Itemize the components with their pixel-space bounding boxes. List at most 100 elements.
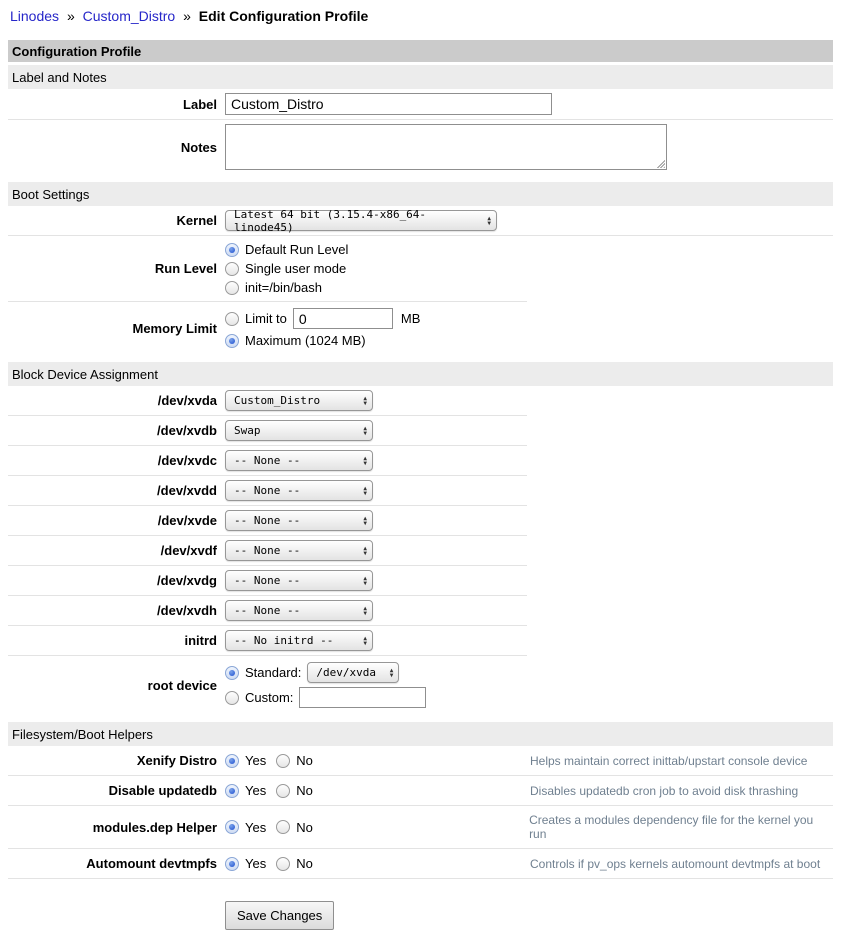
modules-dep-no-radio[interactable] (276, 820, 290, 834)
root-device-custom-input[interactable] (299, 687, 426, 708)
memory-limit-input[interactable] (293, 308, 393, 329)
no-label: No (296, 856, 313, 871)
xvda-select[interactable]: Custom_Distro ▲▼ (225, 390, 373, 411)
memory-limit-label: Memory Limit (8, 321, 225, 336)
save-row: Save Changes (225, 901, 833, 930)
xenify-distro-no-radio[interactable] (276, 754, 290, 768)
row-divider (8, 878, 833, 879)
panel-title: Configuration Profile (8, 40, 833, 62)
yes-label: Yes (245, 820, 266, 835)
xvde-label: /dev/xvde (8, 513, 225, 528)
save-changes-button[interactable]: Save Changes (225, 901, 334, 930)
breadcrumb-link-linode[interactable]: Custom_Distro (83, 8, 176, 24)
kernel-row: Kernel Latest 64 bit (3.15.4-x86_64-lino… (8, 206, 833, 235)
run-level-init-binbash-label: init=/bin/bash (245, 280, 322, 295)
xvdb-select[interactable]: Swap ▲▼ (225, 420, 373, 441)
disable-updatedb-yes-radio[interactable] (225, 784, 239, 798)
root-device-standard-radio[interactable] (225, 666, 239, 680)
initrd-select-value: -- No initrd -- (234, 634, 333, 647)
no-label: No (296, 820, 313, 835)
root-device-row: root device Standard: /dev/xvda ▲▼ Custo… (8, 656, 833, 714)
xvdg-select-value: -- None -- (234, 574, 300, 587)
select-arrows-icon: ▲▼ (363, 486, 367, 496)
disable-updatedb-no-radio[interactable] (276, 784, 290, 798)
label-row: Label (8, 89, 833, 119)
device-row-xvde: /dev/xvde -- None -- ▲▼ (8, 506, 833, 535)
yes-label: Yes (245, 856, 266, 871)
modules-dep-helper-label: modules.dep Helper (8, 820, 225, 835)
xvdd-label: /dev/xvdd (8, 483, 225, 498)
breadcrumb-separator: » (183, 8, 191, 24)
run-level-init-binbash-radio[interactable] (225, 281, 239, 295)
select-arrows-icon: ▲▼ (363, 546, 367, 556)
kernel-select-value: Latest 64 bit (3.15.4-x86_64-linode45) (234, 208, 481, 234)
device-row-xvdd: /dev/xvdd -- None -- ▲▼ (8, 476, 833, 505)
resize-handle-icon[interactable] (656, 159, 665, 168)
helper-row-automount-devtmpfs: Automount devtmpfs Yes No Controls if pv… (8, 849, 833, 878)
run-level-single-user-label: Single user mode (245, 261, 346, 276)
xvdc-label: /dev/xvdc (8, 453, 225, 468)
xvdf-label: /dev/xvdf (8, 543, 225, 558)
label-field-label: Label (8, 97, 225, 112)
xvdg-select[interactable]: -- None -- ▲▼ (225, 570, 373, 591)
breadcrumb-link-linodes[interactable]: Linodes (10, 8, 59, 24)
breadcrumb-current-page: Edit Configuration Profile (199, 8, 369, 24)
xvde-select-value: -- None -- (234, 514, 300, 527)
section-block-device-assignment: Block Device Assignment (8, 362, 833, 386)
run-level-default-label: Default Run Level (245, 242, 348, 257)
xvdh-select[interactable]: -- None -- ▲▼ (225, 600, 373, 621)
xvda-label: /dev/xvda (8, 393, 225, 408)
helper-row-xenify-distro: Xenify Distro Yes No Helps maintain corr… (8, 746, 833, 775)
select-arrows-icon: ▲▼ (390, 668, 394, 678)
select-arrows-icon: ▲▼ (363, 516, 367, 526)
memory-limit-to-radio[interactable] (225, 312, 239, 326)
select-arrows-icon: ▲▼ (487, 216, 491, 226)
xvdd-select-value: -- None -- (234, 484, 300, 497)
memory-maximum-label: Maximum (1024 MB) (245, 333, 366, 348)
device-row-xvdg: /dev/xvdg -- None -- ▲▼ (8, 566, 833, 595)
section-filesystem-boot-helpers: Filesystem/Boot Helpers (8, 722, 833, 746)
helper-row-disable-updatedb: Disable updatedb Yes No Disables updated… (8, 776, 833, 805)
device-row-xvdc: /dev/xvdc -- None -- ▲▼ (8, 446, 833, 475)
xvda-select-value: Custom_Distro (234, 394, 320, 407)
kernel-label: Kernel (8, 213, 225, 228)
root-device-custom-radio[interactable] (225, 691, 239, 705)
kernel-select[interactable]: Latest 64 bit (3.15.4-x86_64-linode45) ▲… (225, 210, 497, 231)
root-device-standard-select[interactable]: /dev/xvda ▲▼ (307, 662, 399, 683)
automount-devtmpfs-no-radio[interactable] (276, 857, 290, 871)
select-arrows-icon: ▲▼ (363, 606, 367, 616)
run-level-default-radio[interactable] (225, 243, 239, 257)
xenify-distro-yes-radio[interactable] (225, 754, 239, 768)
helper-row-modules-dep: modules.dep Helper Yes No Creates a modu… (8, 806, 833, 848)
xvdb-select-value: Swap (234, 424, 261, 437)
modules-dep-yes-radio[interactable] (225, 820, 239, 834)
label-input[interactable] (225, 93, 552, 115)
xvdf-select-value: -- None -- (234, 544, 300, 557)
yes-label: Yes (245, 783, 266, 798)
memory-limit-to-label: Limit to (245, 311, 287, 326)
xvdd-select[interactable]: -- None -- ▲▼ (225, 480, 373, 501)
root-device-custom-label: Custom: (245, 690, 293, 705)
notes-textarea[interactable] (225, 124, 667, 170)
root-device-label: root device (8, 678, 225, 693)
no-label: No (296, 783, 313, 798)
root-device-standard-value: /dev/xvda (316, 666, 376, 679)
select-arrows-icon: ▲▼ (363, 456, 367, 466)
xvdc-select[interactable]: -- None -- ▲▼ (225, 450, 373, 471)
run-level-single-user-radio[interactable] (225, 262, 239, 276)
modules-dep-help-text: Creates a modules dependency file for th… (529, 813, 833, 841)
xenify-distro-label: Xenify Distro (8, 753, 225, 768)
device-row-xvdh: /dev/xvdh -- None -- ▲▼ (8, 596, 833, 625)
xvdf-select[interactable]: -- None -- ▲▼ (225, 540, 373, 561)
run-level-label: Run Level (8, 261, 225, 276)
run-level-row: Run Level Default Run Level Single user … (8, 236, 833, 301)
automount-devtmpfs-yes-radio[interactable] (225, 857, 239, 871)
breadcrumb: Linodes » Custom_Distro » Edit Configura… (10, 8, 833, 24)
initrd-select[interactable]: -- No initrd -- ▲▼ (225, 630, 373, 651)
xenify-distro-help-text: Helps maintain correct inittab/upstart c… (530, 754, 807, 768)
disable-updatedb-label: Disable updatedb (8, 783, 225, 798)
select-arrows-icon: ▲▼ (363, 426, 367, 436)
xvde-select[interactable]: -- None -- ▲▼ (225, 510, 373, 531)
memory-maximum-radio[interactable] (225, 334, 239, 348)
xvdh-select-value: -- None -- (234, 604, 300, 617)
